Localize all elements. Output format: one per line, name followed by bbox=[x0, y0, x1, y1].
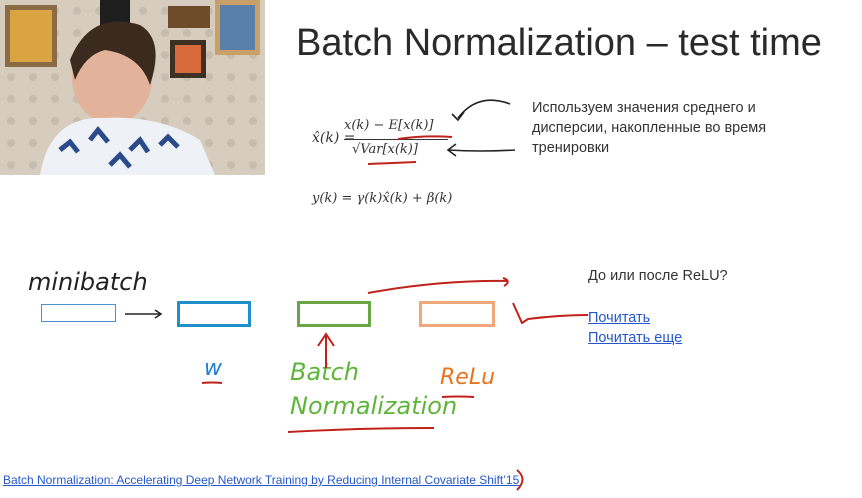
read-link[interactable]: Почитать bbox=[588, 310, 650, 326]
normalization-handwriting: Normalization bbox=[290, 392, 458, 420]
relu-layer-box bbox=[419, 301, 495, 327]
relu-handwriting: ReLu bbox=[440, 365, 496, 390]
normalization-formula: x̂(k) = x(k) − E[x(k)] √Var[x(k)] bbox=[312, 118, 448, 166]
presenter-video-icon bbox=[0, 0, 265, 175]
batchnorm-layer-box bbox=[297, 301, 371, 327]
paper-reference-link[interactable]: Batch Normalization: Accelerating Deep N… bbox=[3, 473, 519, 487]
formula-denominator: √Var[x(k)] bbox=[352, 142, 418, 157]
relu-question: До или после ReLU? bbox=[588, 268, 728, 284]
read-more-link[interactable]: Почитать еще bbox=[588, 330, 682, 346]
w-handwriting: w bbox=[204, 356, 222, 381]
slide-note: Используем значения среднего и дисперсии… bbox=[532, 100, 767, 156]
fraction-bar bbox=[344, 139, 448, 140]
slide-title: Batch Normalization – test time bbox=[296, 22, 822, 64]
scale-shift-formula: y(k) = γ(k)x̂(k) + β(k) bbox=[312, 191, 453, 206]
weights-layer-box bbox=[177, 301, 251, 327]
minibatch-handwriting: minibatch bbox=[28, 268, 148, 296]
batch-handwriting: Batch bbox=[290, 358, 359, 386]
webcam-video bbox=[0, 0, 265, 175]
formula-numerator: x(k) − E[x(k)] bbox=[344, 118, 434, 133]
minibatch-box bbox=[41, 304, 116, 322]
